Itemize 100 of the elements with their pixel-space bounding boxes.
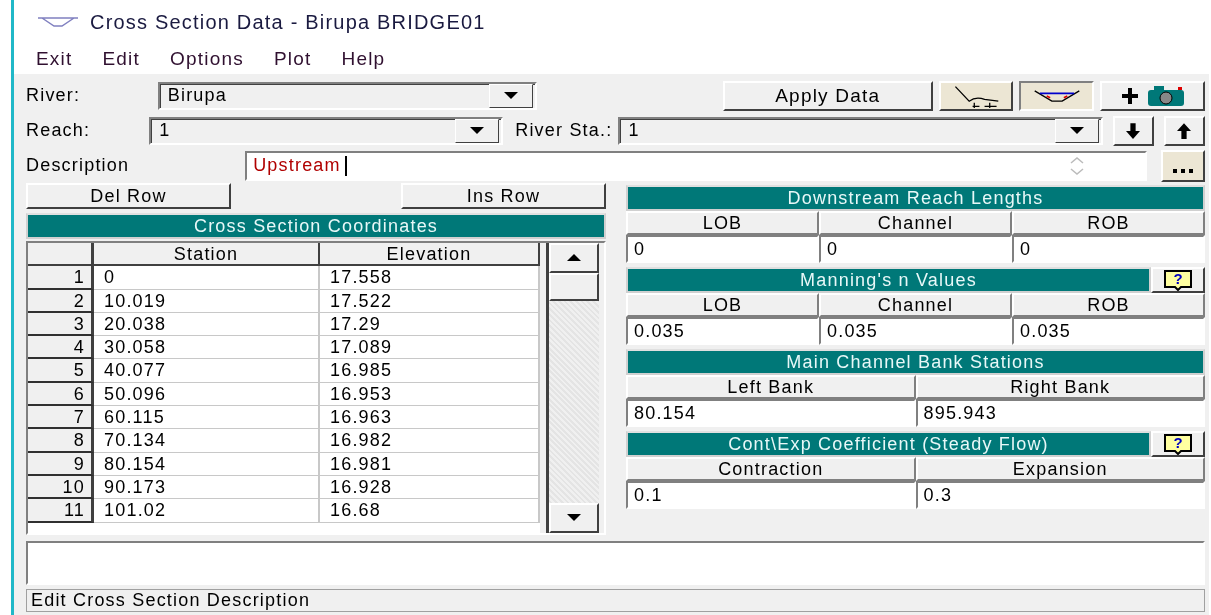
caret-icon	[1069, 126, 1084, 135]
table-cell: 80.154	[94, 452, 320, 476]
column-header: ROB	[1012, 211, 1205, 235]
river-label: River:	[26, 85, 82, 106]
menu-item[interactable]: Edit	[102, 48, 141, 70]
caret-icon	[470, 126, 485, 135]
column-header: Channel	[819, 293, 1012, 317]
table-cell: 16.982	[320, 429, 540, 453]
column-header: Channel	[819, 211, 1012, 235]
section-title: Main Channel Bank Stations	[626, 349, 1205, 375]
table-cell: 17.089	[320, 336, 540, 360]
value-field[interactable]: 0.035	[626, 317, 819, 345]
reach-dropdown[interactable]: 1	[149, 116, 504, 145]
row-number: 10	[28, 475, 94, 500]
section-title: Manning's n Values	[626, 267, 1151, 293]
scrollbar[interactable]	[546, 243, 599, 533]
ins-row-button[interactable]: Ins Row	[401, 183, 606, 209]
table-corner	[28, 243, 94, 267]
river-dropdown[interactable]: Birupa	[157, 81, 537, 110]
value-field[interactable]: 0	[626, 235, 819, 263]
plot-button[interactable]	[938, 80, 1014, 111]
column-header: Expansion	[915, 457, 1205, 481]
value-field[interactable]: 0.035	[819, 317, 1012, 345]
section-title: Cont\Exp Coefficient (Steady Flow)	[626, 431, 1151, 457]
table-cell: 90.173	[94, 475, 320, 500]
table-cell: 16.963	[320, 406, 540, 430]
description-label: Description	[26, 155, 131, 176]
water-surface-icon	[36, 15, 80, 29]
reach-label: Reach:	[26, 120, 92, 141]
plus-icon	[1119, 85, 1140, 106]
value-field[interactable]: 0	[1012, 235, 1205, 263]
table-title: Cross Section Coordinates	[26, 213, 606, 239]
row-number: 6	[28, 382, 94, 407]
table-cell: 20.038	[94, 312, 320, 337]
menu-item[interactable]: Options	[170, 48, 244, 70]
row-number: 11	[28, 499, 94, 523]
row-number: 1	[28, 266, 94, 290]
column-header: LOB	[626, 293, 819, 317]
river-station-label: River Sta.:	[515, 120, 613, 141]
add-picture-button[interactable]	[1100, 80, 1205, 111]
description-field[interactable]: Upstream	[245, 150, 1148, 181]
table-cell: 16.985	[320, 359, 540, 383]
next-station-button[interactable]	[1112, 115, 1154, 146]
caret-icon	[567, 254, 581, 262]
value-field[interactable]: 80.154	[626, 399, 916, 427]
table-cell: 0	[94, 266, 320, 290]
row-number: 7	[28, 406, 94, 430]
column-header: Station	[94, 243, 320, 267]
value-field[interactable]: 0.3	[915, 481, 1205, 509]
row-number: 8	[28, 429, 94, 453]
status-bar: Edit Cross Section Description	[26, 589, 1205, 612]
spinner-icon	[1069, 155, 1086, 176]
del-row-button[interactable]: Del Row	[26, 183, 231, 209]
column-header: Contraction	[626, 457, 916, 481]
table-cell: 16.928	[320, 475, 540, 500]
caret-icon	[503, 91, 518, 100]
table-cell: 16.981	[320, 452, 540, 476]
column-header: Right Bank	[915, 375, 1205, 399]
row-number: 3	[28, 312, 94, 337]
column-header: Elevation	[320, 243, 540, 267]
row-number: 4	[28, 336, 94, 360]
down-arrow-icon	[1126, 121, 1141, 140]
row-number: 9	[28, 452, 94, 476]
value-field[interactable]: 895.943	[915, 399, 1205, 427]
table-cell: 60.115	[94, 406, 320, 430]
value-field[interactable]: 0	[819, 235, 1012, 263]
menu-item[interactable]: Plot	[273, 48, 312, 70]
row-number: 2	[28, 289, 94, 313]
help-button[interactable]: ?	[1151, 431, 1205, 457]
column-header: Left Bank	[626, 375, 916, 399]
table-cell: 40.077	[94, 359, 320, 383]
section-title: Downstream Reach Lengths	[626, 185, 1205, 211]
caret-icon	[567, 514, 581, 522]
column-header: LOB	[626, 211, 819, 235]
apply-data-button[interactable]: Apply Data	[722, 80, 933, 111]
window-title: Cross Section Data - Birupa BRIDGE01	[90, 10, 486, 34]
table-cell: 16.953	[320, 382, 540, 407]
menu-item[interactable]: Help	[341, 48, 386, 70]
row-number: 5	[28, 359, 94, 383]
column-header: ROB	[1012, 293, 1205, 317]
ellipsis-icon	[1173, 168, 1194, 173]
camera-icon	[1145, 83, 1186, 108]
table-cell: 70.134	[94, 429, 320, 453]
river-station-dropdown[interactable]: 1	[618, 116, 1103, 145]
table-cell: 16.68	[320, 499, 540, 523]
cross-section-button[interactable]	[1019, 80, 1095, 111]
menu-item[interactable]: Exit	[36, 48, 73, 70]
scroll-thumb[interactable]	[549, 273, 599, 301]
table-cell: 17.29	[320, 312, 540, 337]
up-arrow-icon	[1177, 121, 1192, 140]
previous-station-button[interactable]	[1163, 115, 1205, 146]
more-button[interactable]	[1161, 149, 1205, 182]
table-cell: 10.019	[94, 289, 320, 313]
value-field[interactable]: 0.035	[1012, 317, 1205, 345]
help-button[interactable]: ?	[1151, 267, 1205, 293]
value-field[interactable]: 0.1	[626, 481, 916, 509]
help-book-icon	[1163, 433, 1193, 455]
table-cell: 17.558	[320, 266, 540, 290]
table-cell: 50.096	[94, 382, 320, 407]
table-cell: 17.522	[320, 289, 540, 313]
